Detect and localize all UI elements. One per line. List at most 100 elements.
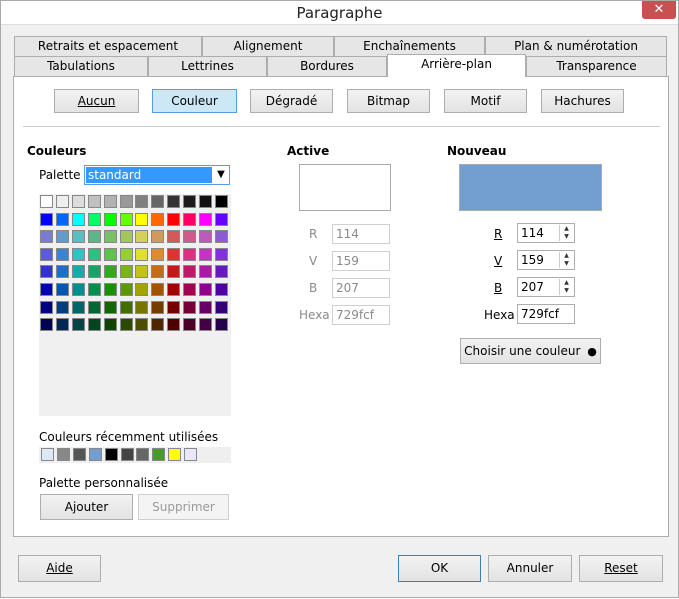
color-swatch[interactable] [135,230,149,244]
color-swatch[interactable] [119,283,133,296]
color-swatch[interactable] [167,318,181,332]
color-swatch[interactable] [103,195,117,208]
color-swatch[interactable] [40,230,53,244]
color-swatch[interactable] [103,247,117,261]
recent-color-swatch[interactable] [152,448,166,461]
color-swatch[interactable] [71,247,85,261]
color-swatch[interactable] [87,195,101,208]
color-swatch[interactable] [71,300,85,314]
color-swatch[interactable] [183,265,197,279]
color-swatch[interactable] [71,230,85,244]
color-swatch[interactable] [135,283,149,296]
color-swatch[interactable] [119,265,133,279]
fill-none-button[interactable]: Aucun [54,89,139,113]
color-swatch[interactable] [214,212,228,226]
color-swatch[interactable] [119,247,133,261]
color-swatch[interactable] [71,195,85,208]
color-swatch[interactable] [183,318,197,332]
color-swatch[interactable] [183,212,197,226]
color-swatch[interactable] [135,195,149,208]
color-swatch[interactable] [71,318,85,332]
color-swatch[interactable] [135,247,149,261]
spin-arrows-icon[interactable]: ▲ ▼ [559,225,573,241]
color-swatch[interactable] [167,247,181,261]
color-swatch[interactable] [214,195,228,208]
color-swatch[interactable] [167,230,181,244]
color-swatch[interactable] [167,265,181,279]
color-swatch[interactable] [55,318,69,332]
color-swatch[interactable] [151,283,165,296]
recent-color-swatch[interactable] [41,448,54,461]
color-swatch[interactable] [55,195,69,208]
color-swatch[interactable] [151,230,165,244]
color-swatch[interactable] [103,318,117,332]
recent-color-swatch[interactable] [56,448,70,461]
reset-button[interactable]: Reset [579,555,663,582]
color-swatch[interactable] [199,212,212,226]
color-swatch[interactable] [103,300,117,314]
spin-arrows-icon[interactable]: ▲ ▼ [559,252,573,268]
pick-color-button[interactable]: Choisir une couleur ● [460,338,601,364]
color-swatch[interactable] [103,212,117,226]
color-swatch[interactable] [55,265,69,279]
color-swatch[interactable] [199,195,212,208]
color-swatch[interactable] [214,283,228,296]
color-swatch[interactable] [167,212,181,226]
palette-select[interactable]: standard ▼ [84,165,230,185]
color-swatch[interactable] [151,300,165,314]
new-hex-field[interactable]: 729fcf [517,304,575,324]
color-swatch[interactable] [71,212,85,226]
spin-arrows-icon[interactable]: ▲ ▼ [559,279,573,295]
color-swatch[interactable] [151,247,165,261]
recent-color-swatch[interactable] [136,448,150,461]
color-swatch[interactable] [40,195,53,208]
color-swatch[interactable] [167,195,181,208]
add-color-button[interactable]: Ajouter [40,494,133,520]
color-swatch[interactable] [103,283,117,296]
fill-pattern-button[interactable]: Motif [444,89,527,113]
color-swatch[interactable] [119,300,133,314]
color-swatch[interactable] [87,318,101,332]
fill-gradient-button[interactable]: Dégradé [250,89,333,113]
color-swatch[interactable] [199,265,212,279]
color-swatch[interactable] [151,265,165,279]
color-swatch[interactable] [119,230,133,244]
color-swatch[interactable] [55,283,69,296]
color-swatch[interactable] [87,212,101,226]
recent-color-swatch[interactable] [104,448,118,461]
recent-color-swatch[interactable] [120,448,134,461]
color-swatch[interactable] [151,195,165,208]
recent-color-swatch[interactable] [88,448,102,461]
color-swatch[interactable] [103,265,117,279]
color-swatch[interactable] [55,300,69,314]
fill-bitmap-button[interactable]: Bitmap [347,89,430,113]
color-swatch[interactable] [183,300,197,314]
new-b-field[interactable]: 207 ▲ ▼ [517,277,575,297]
color-swatch[interactable] [40,318,53,332]
remove-color-button[interactable]: Supprimer [138,494,229,520]
color-swatch[interactable] [151,318,165,332]
recent-color-swatch[interactable] [184,448,198,461]
color-swatch[interactable] [214,318,228,332]
recent-color-swatch[interactable] [168,448,182,461]
color-swatch[interactable] [103,230,117,244]
cancel-button[interactable]: Annuler [488,555,572,582]
color-swatch[interactable] [135,300,149,314]
color-swatch[interactable] [199,283,212,296]
color-swatch[interactable] [87,265,101,279]
color-swatch[interactable] [151,212,165,226]
color-swatch[interactable] [55,247,69,261]
color-swatch[interactable] [119,212,133,226]
color-swatch[interactable] [183,247,197,261]
color-swatch[interactable] [135,265,149,279]
color-swatch[interactable] [119,195,133,208]
color-swatch[interactable] [214,247,228,261]
color-swatch[interactable] [40,247,53,261]
help-button[interactable]: Aide [18,555,101,582]
color-swatch[interactable] [167,283,181,296]
fill-hatch-button[interactable]: Hachures [541,89,624,113]
color-swatch[interactable] [40,265,53,279]
color-swatch[interactable] [214,300,228,314]
color-swatch[interactable] [87,247,101,261]
color-swatch[interactable] [183,195,197,208]
